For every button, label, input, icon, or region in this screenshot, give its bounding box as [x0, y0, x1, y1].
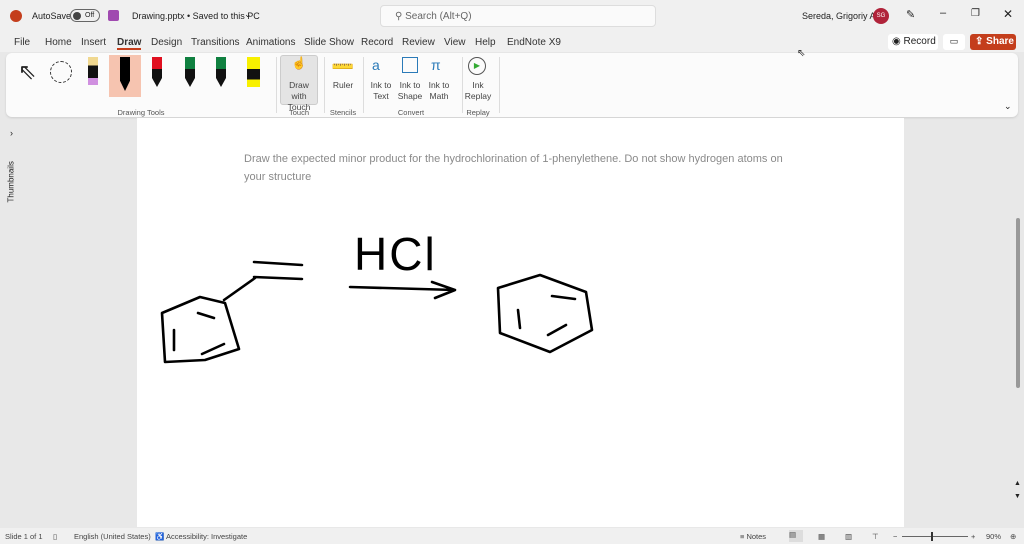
vertical-scrollbar[interactable]: ▲ ▼: [1013, 118, 1023, 528]
zoom-out-button[interactable]: −: [893, 532, 897, 541]
cursor-icon: ⇖: [797, 48, 806, 59]
reaction-arrow: [348, 280, 457, 300]
reagent-hcl: HCl: [354, 228, 437, 280]
zoom-slider[interactable]: [902, 532, 968, 541]
slide-info: Slide 1 of 1: [5, 532, 43, 541]
product-ink: [496, 273, 594, 354]
product-ring: [496, 273, 594, 354]
accessibility-icon: ♿: [155, 532, 165, 541]
fit-to-window-icon[interactable]: ⊕: [1010, 532, 1016, 541]
language[interactable]: English (United States): [74, 532, 151, 541]
zoom-in-button[interactable]: +: [971, 532, 975, 541]
notes-button[interactable]: ≡ Notes: [740, 532, 766, 541]
normal-view-button[interactable]: ▤: [789, 530, 803, 542]
scrollbar-thumb[interactable]: [1016, 218, 1020, 388]
slide-sorter-button[interactable]: ▦: [818, 532, 825, 541]
notes-label: Notes: [746, 532, 767, 541]
next-slide-icon[interactable]: ▼: [1014, 493, 1021, 500]
reactant-styrene-ink: [160, 260, 304, 364]
previous-slide-icon[interactable]: ▲: [1014, 480, 1021, 487]
vinyl-double-bond: [252, 260, 304, 281]
accessibility-status[interactable]: Accessibility: Investigate: [166, 532, 247, 541]
product-inner-bond: [516, 308, 522, 330]
zoom-slider-thumb[interactable]: [931, 532, 933, 541]
product-inner-bond: [546, 323, 568, 337]
slide-show-button[interactable]: ⊤: [872, 532, 879, 541]
reactant-inner-bond: [196, 311, 216, 320]
zoom-level[interactable]: 90%: [986, 532, 1001, 541]
reactant-inner-bond: [200, 342, 226, 356]
ink-drawing: HCl: [160, 228, 594, 364]
reading-view-button[interactable]: ▥: [845, 532, 852, 541]
status-bar: Slide 1 of 1 ▯ English (United States) ♿…: [0, 528, 1024, 544]
product-inner-bond: [550, 294, 577, 301]
spell-check-icon[interactable]: ▯: [53, 532, 57, 541]
vinyl-bond: [222, 276, 257, 302]
